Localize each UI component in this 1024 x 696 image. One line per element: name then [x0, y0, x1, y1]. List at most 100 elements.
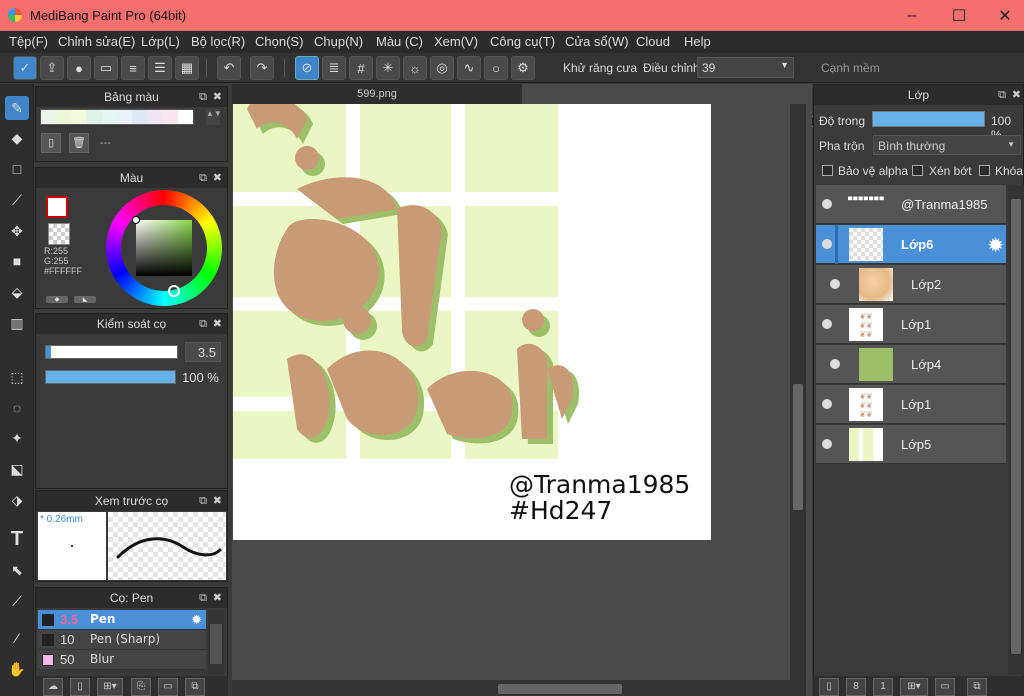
- undo-icon[interactable]: ↶: [217, 56, 241, 80]
- add-layer-menu-icon[interactable]: ⊞▾: [900, 678, 928, 696]
- tab-599-png[interactable]: 599.png: [232, 84, 522, 104]
- menu-view[interactable]: Xem(V): [434, 34, 478, 49]
- hue-cursor[interactable]: [168, 285, 180, 297]
- select-rect-tool-icon[interactable]: ⬚: [5, 365, 29, 389]
- brush-size-slider[interactable]: [45, 345, 178, 359]
- brush-opacity-slider[interactable]: [45, 370, 176, 384]
- close-icon[interactable]: ✖: [213, 491, 222, 511]
- saturation-value-square[interactable]: [136, 220, 192, 276]
- duplicate-icon[interactable]: ⧉: [185, 678, 205, 696]
- cloud-brush-icon[interactable]: ☁: [43, 678, 63, 696]
- hue-wheel[interactable]: [106, 190, 222, 306]
- new-brush-icon[interactable]: ▯: [70, 678, 90, 696]
- radial-line-icon[interactable]: ☼: [403, 56, 427, 80]
- eye-icon[interactable]: [822, 439, 832, 449]
- canvas-vertical-scrollbar[interactable]: [790, 104, 806, 680]
- speech-bubble-icon[interactable]: ●: [67, 56, 91, 80]
- menu-layer[interactable]: Lớp(L): [141, 34, 180, 49]
- layer-row[interactable]: Lớp5: [816, 425, 1006, 464]
- popout-icon[interactable]: ⧉: [199, 87, 207, 107]
- layer-opacity-slider[interactable]: [872, 111, 985, 127]
- operation-tool-icon[interactable]: ⬉: [5, 558, 29, 582]
- menu-select[interactable]: Chọn(S): [255, 34, 303, 49]
- color-picker-mode-icon[interactable]: ◆: [46, 296, 68, 303]
- menu-color[interactable]: Màu (C): [376, 34, 423, 49]
- page-list-icon[interactable]: ☰: [148, 56, 172, 80]
- circle-snap-icon[interactable]: ○: [484, 56, 508, 80]
- menu-cloud[interactable]: Cloud: [636, 34, 670, 49]
- select-pen-tool-icon[interactable]: ⬕: [5, 457, 29, 481]
- popout-icon[interactable]: ⧉: [199, 491, 207, 511]
- sv-cursor[interactable]: [132, 216, 140, 224]
- eye-icon[interactable]: [822, 319, 832, 329]
- menu-snap[interactable]: Chụp(N): [314, 34, 363, 49]
- duplicate-layer-icon[interactable]: ⧉: [967, 678, 987, 696]
- palette-swatches[interactable]: [40, 109, 194, 125]
- brush-item-blur[interactable]: 50 Blur: [38, 650, 206, 670]
- document-canvas[interactable]: @Tranma1985 #Hd247: [233, 104, 711, 540]
- brush-size-value[interactable]: 3.5: [185, 342, 221, 362]
- redo-icon[interactable]: ↷: [250, 56, 274, 80]
- layer-row[interactable]: Lớp6 ✹: [816, 225, 1006, 264]
- close-icon[interactable]: ✖: [213, 87, 222, 107]
- eye-icon[interactable]: [822, 199, 832, 209]
- upload-icon[interactable]: ⇪: [40, 56, 64, 80]
- brush-list-scrollbar[interactable]: [208, 610, 224, 674]
- adjust-select[interactable]: 39 ▼: [697, 57, 794, 78]
- comment-icon[interactable]: ▭: [94, 56, 118, 80]
- eraser-tool-icon[interactable]: ◆: [5, 126, 29, 150]
- minimize-button[interactable]: –: [889, 0, 935, 31]
- new-8bit-layer-icon[interactable]: 8: [846, 678, 866, 696]
- close-button[interactable]: ✕: [982, 0, 1024, 31]
- popout-icon[interactable]: ⧉: [199, 168, 207, 188]
- curve-snap-icon[interactable]: ∿: [457, 56, 481, 80]
- layer-row[interactable]: ❦❦ ❦❦ ❦❦ Lớp1: [816, 305, 1006, 344]
- popout-icon[interactable]: ⧉: [199, 314, 207, 334]
- palette-scroll-icon[interactable]: ▲▼: [206, 109, 222, 125]
- layer-row[interactable]: Lớp2: [816, 265, 1006, 304]
- new-palette-icon[interactable]: ▯: [41, 133, 61, 153]
- layer-row[interactable]: Lớp4: [816, 345, 1006, 384]
- page-icon[interactable]: ≡: [121, 56, 145, 80]
- gear-icon[interactable]: ✹: [191, 612, 202, 628]
- lasso-tool-icon[interactable]: ◌: [5, 396, 29, 420]
- grid-check-icon[interactable]: ▦: [175, 56, 199, 80]
- menu-tools[interactable]: Công cụ(T): [490, 34, 555, 49]
- layer-row[interactable]: ❦❦ ❦❦ ❦❦ Lớp1: [816, 385, 1006, 424]
- copy-brush-icon[interactable]: ⎘: [131, 678, 151, 696]
- folder-icon[interactable]: ▭: [158, 678, 178, 696]
- magic-wand-tool-icon[interactable]: ✦: [5, 426, 29, 450]
- menu-file[interactable]: Tệp(F): [9, 34, 48, 49]
- hand-tool-icon[interactable]: ✋: [5, 657, 29, 681]
- foreground-color-swatch[interactable]: [46, 196, 68, 218]
- menu-filter[interactable]: Bộ lọc(R): [191, 34, 245, 49]
- bucket-tool-icon[interactable]: ⬙: [5, 280, 29, 304]
- lock-checkbox[interactable]: [979, 165, 990, 176]
- eyedropper-tool-icon[interactable]: ⁄: [5, 626, 29, 650]
- radial-snap-icon[interactable]: ✳: [376, 56, 400, 80]
- maximize-button[interactable]: ☐: [936, 0, 982, 31]
- blend-mode-select[interactable]: Bình thường ▼: [873, 135, 1021, 155]
- color-slider-mode-icon[interactable]: ◣: [74, 296, 96, 303]
- parallel-snap-icon[interactable]: ≣: [322, 56, 346, 80]
- cloud-save-icon[interactable]: ✓: [13, 56, 37, 80]
- menu-window[interactable]: Cửa sổ(W): [565, 34, 629, 49]
- close-icon[interactable]: ✖: [213, 168, 222, 188]
- transparent-color-swatch[interactable]: [48, 223, 70, 245]
- eye-icon[interactable]: [830, 279, 840, 289]
- gradient-tool-icon[interactable]: ▥: [5, 311, 29, 335]
- add-brush-menu-icon[interactable]: ⊞▾: [97, 678, 123, 696]
- popout-icon[interactable]: ⧉: [199, 588, 207, 608]
- clip-checkbox[interactable]: [912, 165, 923, 176]
- popout-icon[interactable]: ⧉: [998, 85, 1006, 105]
- divide-tool-icon[interactable]: ⟋: [5, 589, 29, 613]
- protect-alpha-checkbox[interactable]: [822, 165, 833, 176]
- menu-edit[interactable]: Chỉnh sửa(E): [58, 34, 135, 49]
- eye-icon[interactable]: [830, 359, 840, 369]
- layer-row[interactable]: ▀▀▀▀▀▀▀ @Tranma1985: [816, 185, 1006, 224]
- close-icon[interactable]: ✖: [213, 588, 222, 608]
- layer-list-scrollbar[interactable]: [1008, 185, 1024, 675]
- folder-icon[interactable]: ▭: [935, 678, 955, 696]
- trash-icon[interactable]: 🗑: [69, 133, 89, 153]
- gear-icon[interactable]: ⚙: [511, 56, 535, 80]
